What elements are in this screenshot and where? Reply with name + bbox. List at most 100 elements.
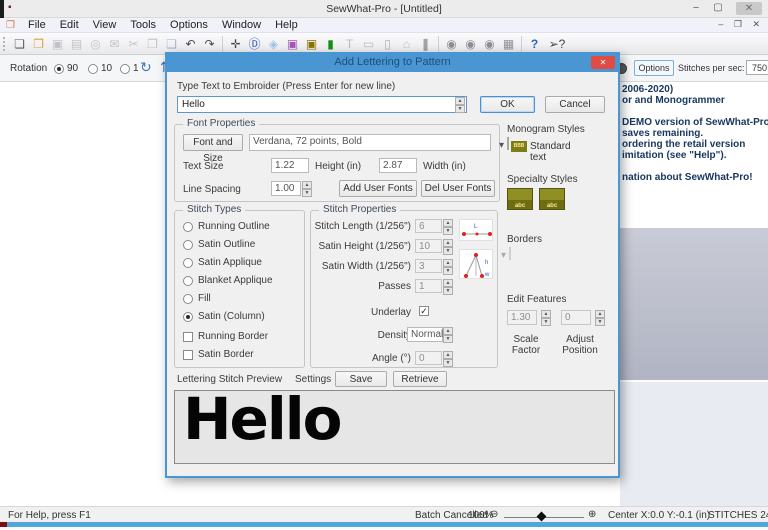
stitches-per-sec-value[interactable]: 750 — [746, 60, 768, 75]
purple-floppy-icon[interactable]: ▣ — [283, 35, 302, 53]
magnifier-icon[interactable]: ◈ — [264, 35, 283, 53]
menu-file[interactable]: File — [21, 18, 53, 33]
grid-icon[interactable]: ▦ — [499, 35, 518, 53]
adjust-position-value[interactable]: 0 — [561, 310, 591, 325]
copy-icon[interactable]: ❐ — [143, 35, 162, 53]
line-spacing-value[interactable]: 1.00 — [271, 181, 301, 196]
stitch-type-satin-applique[interactable]: Satin Applique — [183, 257, 262, 268]
cut-icon[interactable]: ✂ — [124, 35, 143, 53]
density-select[interactable]: Normal — [407, 327, 443, 342]
rotation-10-radio[interactable]: 10 — [88, 63, 112, 74]
satin-height-value[interactable]: 10 — [415, 239, 442, 253]
sewing-machine-icon[interactable]: ⌂ — [397, 35, 416, 53]
stitch-type-fill[interactable]: Fill — [183, 293, 211, 304]
width-value-field[interactable]: 2.87 — [379, 158, 417, 173]
help-icon[interactable]: ? — [525, 35, 544, 53]
retrieve-settings-button[interactable]: Retrieve — [393, 371, 447, 387]
menu-help[interactable]: Help — [268, 18, 305, 33]
info-line: 2006-2020) — [622, 84, 674, 95]
save-icon[interactable]: ▣ — [48, 35, 67, 53]
menu-edit[interactable]: Edit — [53, 18, 86, 33]
find-icon[interactable]: ◎ — [86, 35, 105, 53]
height-value-field[interactable]: 1.22 — [271, 158, 309, 173]
font-and-size-button[interactable]: Font and Size — [183, 134, 243, 164]
stitch-type-satin-column[interactable]: Satin (Column) — [183, 311, 265, 322]
save-as-icon[interactable]: ▤ — [67, 35, 86, 53]
dark-floppy-icon[interactable]: ▣ — [302, 35, 321, 53]
satin-width-label: Satin Width (1/256") — [321, 261, 411, 272]
move-icon[interactable]: ✛ — [226, 35, 245, 53]
stitch-length-diagram-icon: L — [459, 219, 493, 241]
close-button[interactable]: ✕ — [736, 2, 762, 15]
stitch-length-value[interactable]: 6 — [415, 219, 442, 233]
stitch-type-satin-outline[interactable]: Satin Outline — [183, 239, 255, 250]
cancel-button[interactable]: Cancel — [545, 96, 605, 113]
options-button[interactable]: Options — [634, 60, 674, 76]
paste-icon[interactable]: ❑ — [162, 35, 181, 53]
menu-view[interactable]: View — [86, 18, 124, 33]
specialty-style-button-1[interactable]: abc — [507, 188, 533, 210]
scale-factor-spinner[interactable] — [541, 310, 551, 326]
door-icon[interactable]: ▯ — [378, 35, 397, 53]
context-help-icon[interactable]: ➢? — [544, 35, 570, 53]
density-spinner[interactable] — [443, 327, 453, 343]
satin-width-spinner[interactable] — [443, 259, 453, 275]
satin-width-value[interactable]: 3 — [415, 259, 442, 273]
tshirt-icon[interactable]: T — [340, 35, 359, 53]
rotation-1-radio[interactable]: 1 — [120, 63, 139, 74]
rotation-90-radio[interactable]: 90 — [54, 63, 78, 74]
zoom-in-icon[interactable]: ⊕ — [588, 509, 596, 520]
lettering-preview-text: Hello — [183, 390, 342, 453]
thread-spool-icon-3[interactable]: ◉ — [480, 35, 499, 53]
letter-d-icon[interactable]: Ⓓ — [245, 35, 264, 53]
angle-value[interactable]: 0 — [415, 351, 442, 365]
text-to-embroider-label: Type Text to Embroider (Press Enter for … — [177, 81, 396, 92]
add-user-fonts-button[interactable]: Add User Fonts — [339, 180, 417, 197]
rotate-icon[interactable]: ↻ — [140, 59, 152, 76]
menu-options[interactable]: Options — [163, 18, 215, 33]
redo-icon[interactable]: ↷ — [200, 35, 219, 53]
stitch-type-running-border[interactable]: Running Border — [183, 331, 268, 342]
adjust-position-spinner[interactable] — [595, 310, 605, 326]
mdi-window-controls[interactable]: – ❐ ✕ — [718, 19, 764, 30]
del-user-fonts-button[interactable]: Del User Fonts — [421, 180, 495, 197]
scale-factor-value[interactable]: 1.30 — [507, 310, 537, 325]
dialog-close-button[interactable]: ✕ — [591, 56, 615, 69]
needle-icon[interactable]: ❚ — [416, 35, 435, 53]
info-panel: 2006-2020) or and Monogrammer DEMO versi… — [620, 82, 768, 508]
svg-text:h: h — [485, 260, 488, 266]
minimize-button[interactable]: – — [686, 2, 706, 13]
frame-icon[interactable]: ▭ — [359, 35, 378, 53]
monogram-styles-select[interactable]: BBB Standard text — [507, 137, 571, 163]
stitch-type-running-outline[interactable]: Running Outline — [183, 221, 270, 232]
thread-spool-icon-1[interactable]: ◉ — [442, 35, 461, 53]
line-spacing-spinner[interactable] — [302, 181, 312, 197]
menu-window[interactable]: Window — [215, 18, 268, 33]
undo-icon[interactable]: ↶ — [181, 35, 200, 53]
radio-icon — [183, 275, 193, 286]
green-device-icon[interactable]: ▮ — [321, 35, 340, 53]
dialog-title-bar[interactable]: Add Lettering to Pattern ✕ — [167, 54, 618, 72]
mail-icon[interactable]: ✉ — [105, 35, 124, 53]
angle-spinner[interactable] — [443, 351, 453, 367]
thread-spool-icon-2[interactable]: ◉ — [461, 35, 480, 53]
open-file-icon[interactable]: ❒ — [29, 35, 48, 53]
passes-value[interactable]: 1 — [415, 279, 442, 293]
ok-button[interactable]: OK — [480, 96, 535, 113]
stitch-length-spinner[interactable] — [443, 219, 453, 235]
underlay-checkbox[interactable] — [419, 306, 429, 316]
menu-tools[interactable]: Tools — [123, 18, 163, 33]
zoom-out-icon[interactable]: ⊖ — [490, 509, 498, 520]
satin-height-spinner[interactable] — [443, 239, 453, 255]
stitch-type-satin-border[interactable]: Satin Border — [183, 349, 254, 360]
new-file-icon[interactable]: ❏ — [10, 35, 29, 53]
stitch-type-blanket-applique[interactable]: Blanket Applique — [183, 275, 273, 286]
passes-spinner[interactable] — [443, 279, 453, 295]
text-input-spinner[interactable] — [455, 97, 465, 113]
embroider-text-input[interactable] — [177, 96, 467, 113]
zoom-slider-handle[interactable] — [536, 511, 547, 522]
borders-select[interactable] — [509, 247, 511, 260]
maximize-button[interactable]: ▢ — [708, 2, 728, 13]
specialty-style-button-2[interactable]: abc — [539, 188, 565, 210]
save-settings-button[interactable]: Save — [335, 371, 387, 387]
